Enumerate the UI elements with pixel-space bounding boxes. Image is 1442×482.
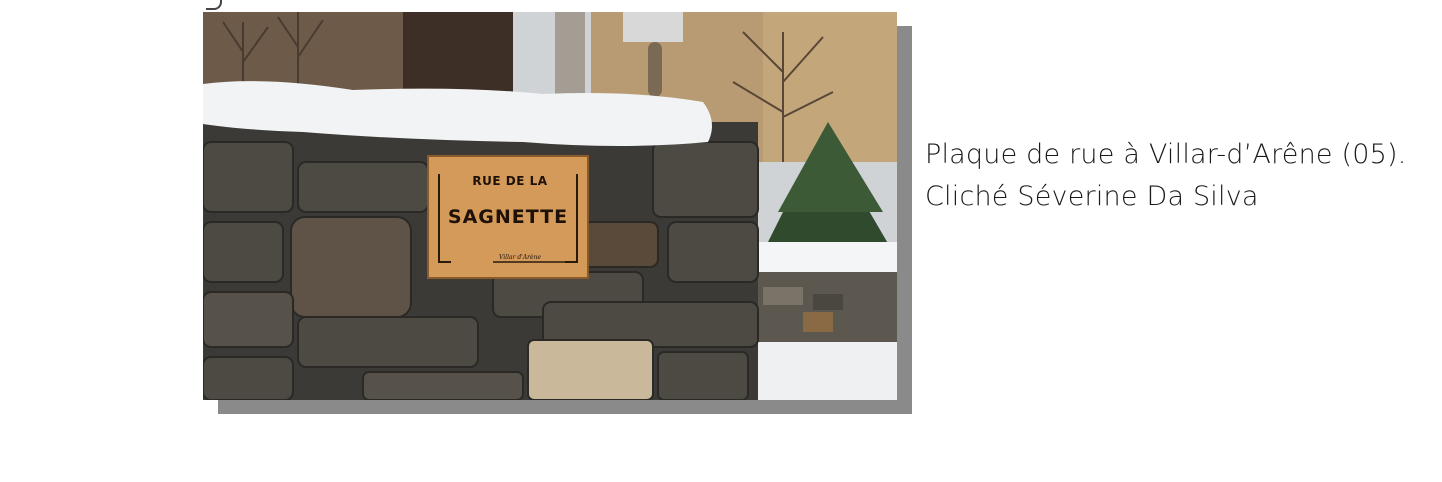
stray-mark bbox=[206, 0, 222, 10]
caption-line-1: Plaque de rue à Villar-d’Arêne (05). bbox=[925, 139, 1407, 170]
figure-caption: Plaque de rue à Villar-d’Arêne (05). Cli… bbox=[925, 134, 1425, 218]
sign-text-line2: SAGNETTE bbox=[447, 206, 569, 228]
caption-line-2: Cliché Séverine Da Silva bbox=[925, 181, 1259, 212]
sign-text-line1: RUE DE LA bbox=[472, 174, 548, 188]
sign-text-line3: Villar d'Arène bbox=[499, 254, 541, 261]
figure: RUE DE LA SAGNETTE Villar d'Arène bbox=[203, 12, 912, 414]
street-sign-photo: RUE DE LA SAGNETTE Villar d'Arène bbox=[203, 12, 897, 400]
